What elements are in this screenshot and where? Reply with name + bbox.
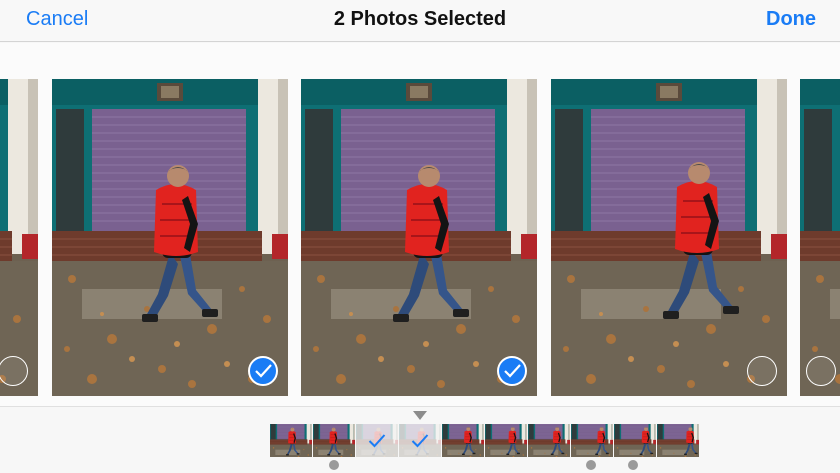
scrubber-thumbnail[interactable] [442, 424, 484, 457]
page-title: 2 Photos Selected [333, 8, 507, 30]
scrubber-thumbnail[interactable] [485, 424, 527, 457]
checkmark-icon [368, 434, 386, 448]
scrubber-thumbnail[interactable] [528, 424, 570, 457]
scrubber-thumbnail[interactable] [571, 424, 613, 457]
photo-frame[interactable] [551, 79, 787, 396]
navigation-bar: Cancel 2 Photos Selected Done [0, 0, 840, 42]
photo-frame[interactable] [0, 79, 38, 396]
photo-frame[interactable] [301, 79, 537, 396]
marker-dot [586, 460, 596, 470]
triangle-down-icon [413, 411, 427, 420]
selection-circle[interactable] [806, 356, 836, 386]
checkmark-icon [255, 364, 272, 378]
thumbnail-scrubber[interactable] [0, 406, 840, 473]
marker-dot [329, 460, 339, 470]
scrubber-thumbnail[interactable] [313, 424, 355, 457]
checkmark-icon [504, 364, 521, 378]
done-button[interactable]: Done [766, 8, 816, 31]
marker-dot [628, 460, 638, 470]
scrubber-thumbnail[interactable] [657, 424, 699, 457]
selection-checkmark[interactable] [497, 356, 527, 386]
scrubber-thumbnail[interactable] [614, 424, 656, 457]
scrubber-thumbnail-selected[interactable] [399, 424, 441, 457]
photo-frame[interactable] [52, 79, 288, 396]
selection-checkmark[interactable] [248, 356, 278, 386]
photo-frame[interactable] [800, 79, 840, 396]
scrubber-thumbnail-selected[interactable] [356, 424, 398, 457]
scrubber-thumbnail[interactable] [270, 424, 312, 457]
photo-strip[interactable] [0, 43, 840, 406]
checkmark-icon [411, 434, 429, 448]
selection-circle[interactable] [747, 356, 777, 386]
